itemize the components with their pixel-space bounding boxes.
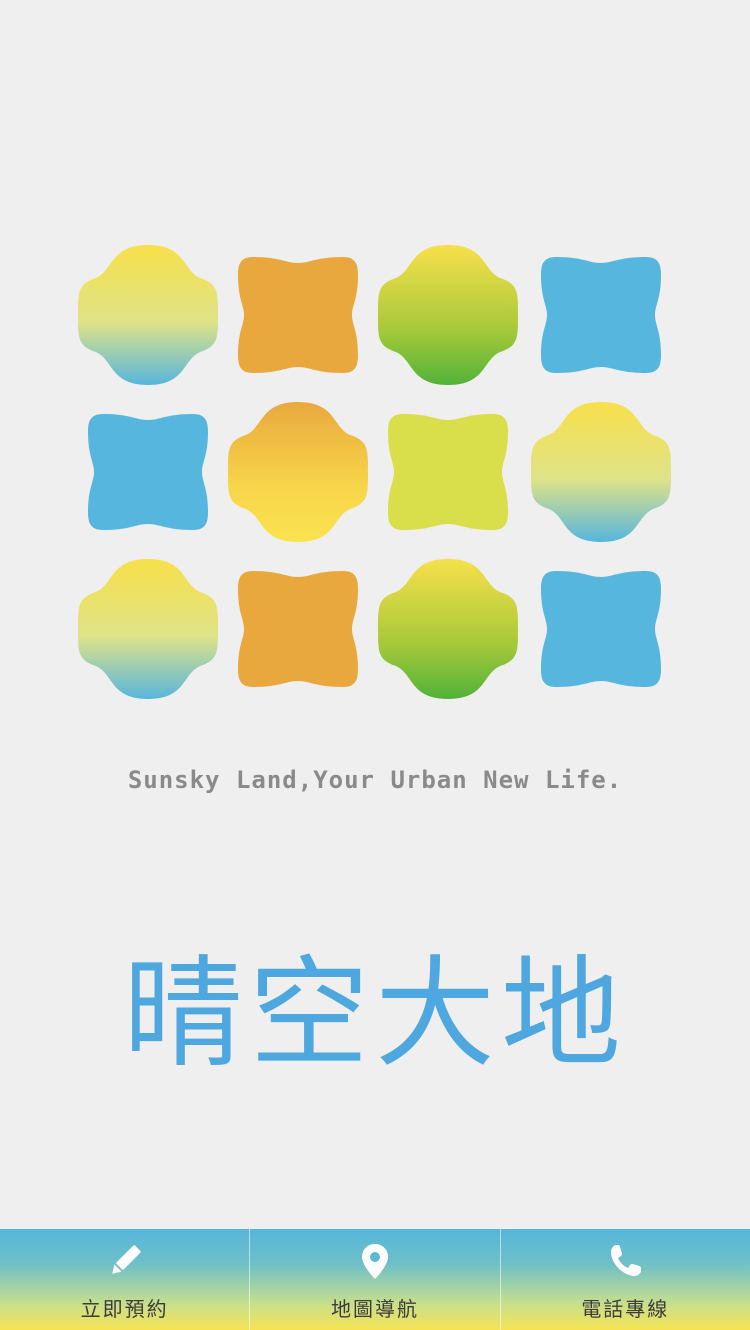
logo-tile-square bbox=[238, 257, 358, 373]
map-navigation-label: 地圖導航 bbox=[330, 1297, 419, 1321]
logo-tile-flower bbox=[378, 245, 518, 385]
bottom-nav-bar: 立即預約 地圖導航 電話專線 bbox=[0, 1229, 750, 1330]
logo-tile-flower bbox=[78, 245, 218, 385]
logo-tile-square bbox=[88, 414, 208, 530]
map-navigation-button[interactable]: 地圖導航 bbox=[249, 1229, 499, 1330]
brand-title: 晴空大地 bbox=[123, 945, 627, 1084]
phone-hotline-label: 電話專線 bbox=[581, 1297, 670, 1321]
logo-tile-square bbox=[388, 414, 508, 530]
map-pin-icon bbox=[355, 1241, 395, 1281]
logo-tile-flower bbox=[378, 559, 518, 699]
pencil-icon bbox=[105, 1241, 145, 1281]
logo-tile-square bbox=[238, 571, 358, 687]
phone-hotline-button[interactable]: 電話專線 bbox=[499, 1229, 750, 1330]
logo-grid bbox=[78, 245, 671, 699]
logo-tile-flower bbox=[228, 402, 368, 542]
logo-tile-square bbox=[541, 571, 661, 687]
reserve-label: 立即預約 bbox=[80, 1297, 169, 1321]
tagline: Sunsky Land,Your Urban New Life. bbox=[127, 766, 623, 794]
phone-icon bbox=[605, 1241, 645, 1281]
logo-tile-flower bbox=[78, 559, 218, 699]
logo-tile-flower bbox=[531, 402, 671, 542]
reserve-button[interactable]: 立即預約 bbox=[0, 1229, 249, 1330]
logo-tile-square bbox=[541, 257, 661, 373]
